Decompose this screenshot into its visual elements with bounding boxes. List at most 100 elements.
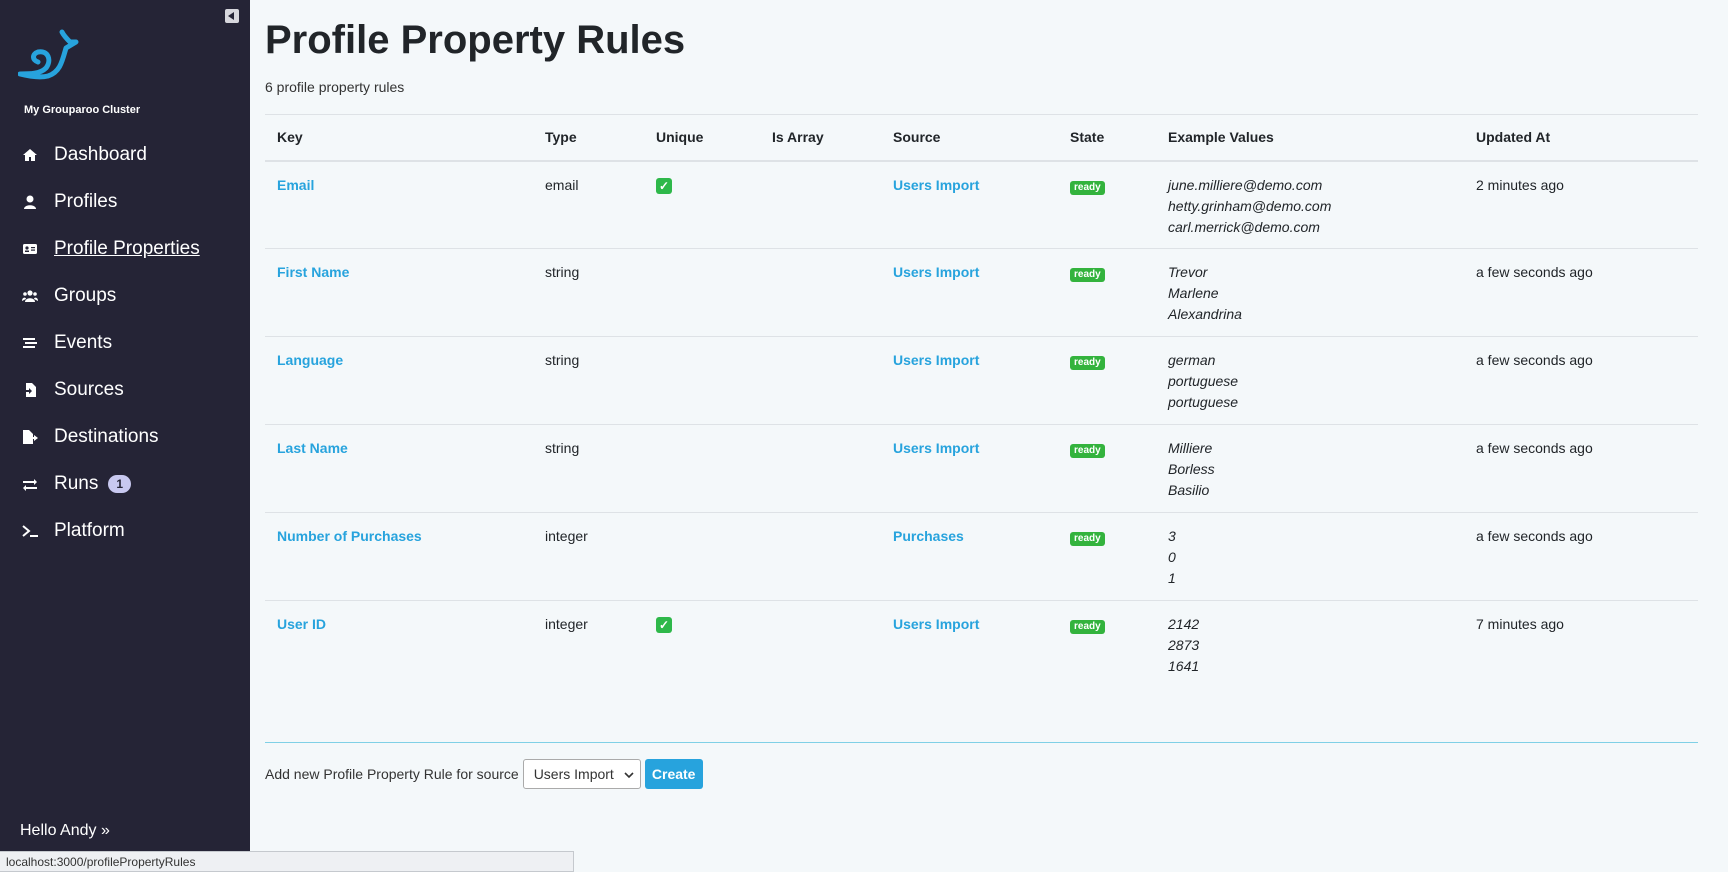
example-value: portuguese — [1168, 394, 1239, 410]
rule-source-link[interactable]: Purchases — [893, 528, 964, 544]
sidebar-item-dashboard[interactable]: Dashboard — [0, 131, 250, 178]
rule-type: email — [533, 160, 644, 249]
table-row: Last Name string Users Import ready Mill… — [265, 424, 1698, 513]
users-icon — [22, 288, 38, 304]
file-import-icon — [22, 382, 38, 398]
rule-type: string — [533, 424, 644, 513]
file-export-icon — [22, 429, 38, 445]
table-row: Language string Users Import ready germa… — [265, 336, 1698, 425]
rule-source-link[interactable]: Users Import — [893, 440, 979, 456]
sidebar-item-label: Profile Properties — [54, 237, 200, 259]
sidebar-item-profile-properties[interactable]: Profile Properties — [0, 225, 250, 272]
example-value: Milliere — [1168, 440, 1213, 456]
example-value: 2142 — [1168, 616, 1200, 632]
column-header-key: Key — [265, 114, 533, 162]
example-value: Alexandrina — [1168, 306, 1242, 322]
example-value: Marlene — [1168, 285, 1219, 301]
state-badge: ready — [1070, 620, 1105, 634]
rule-type: integer — [545, 616, 588, 632]
add-rule-label: Add new Profile Property Rule for source — [265, 766, 519, 782]
collapse-sidebar-button[interactable] — [225, 9, 239, 23]
sidebar-item-runs[interactable]: Runs 1 — [0, 460, 250, 507]
state-badge: ready — [1070, 444, 1105, 458]
sidebar-item-label: Profiles — [54, 190, 118, 212]
rule-key-link[interactable]: Number of Purchases — [277, 528, 422, 544]
rule-key-link[interactable]: Email — [277, 177, 314, 193]
check-icon: ✓ — [656, 617, 672, 633]
rule-key-link[interactable]: Last Name — [277, 440, 348, 456]
sidebar-item-label: Dashboard — [54, 143, 147, 165]
chevron-down-icon — [624, 766, 634, 782]
rule-is-array — [760, 248, 881, 337]
exchange-icon — [22, 476, 38, 492]
rules-table: Key Type Unique Is Array Source State Ex… — [265, 114, 1698, 689]
cluster-name: My Grouparoo Cluster — [24, 104, 141, 116]
rule-key-link[interactable]: User ID — [277, 616, 326, 632]
rule-updated-at: a few seconds ago — [1464, 248, 1698, 337]
column-header-source: Source — [881, 114, 1058, 162]
sidebar-item-label: Platform — [54, 519, 125, 541]
rule-updated-at: a few seconds ago — [1464, 424, 1698, 513]
example-value: Basilio — [1168, 482, 1210, 498]
example-values: german portuguese portuguese — [1156, 336, 1464, 425]
create-button[interactable]: Create — [644, 759, 703, 789]
home-icon — [22, 147, 38, 163]
page-title: Profile Property Rules — [265, 18, 686, 62]
rule-source-link[interactable]: Users Import — [893, 616, 979, 632]
example-value: portuguese — [1168, 373, 1239, 389]
sidebar: My Grouparoo Cluster Dashboard Profiles … — [0, 0, 250, 872]
browser-status-url: localhost:3000/profilePropertyRules — [0, 851, 574, 872]
example-values: Trevor Marlene Alexandrina — [1156, 248, 1464, 337]
sidebar-item-profiles[interactable]: Profiles — [0, 178, 250, 225]
column-header-state: State — [1058, 114, 1156, 162]
example-value: german — [1168, 352, 1216, 368]
rule-key-link[interactable]: First Name — [277, 264, 349, 280]
grouparoo-logo[interactable] — [18, 28, 86, 84]
sidebar-item-destinations[interactable]: Destinations — [0, 413, 250, 460]
rule-updated-at: a few seconds ago — [1464, 512, 1698, 601]
sidebar-item-groups[interactable]: Groups — [0, 272, 250, 319]
example-values: Milliere Borless Basilio — [1156, 424, 1464, 513]
user-menu-link[interactable]: Hello Andy » — [20, 822, 110, 840]
sidebar-nav: Dashboard Profiles Profile Properties Gr… — [0, 131, 250, 554]
rule-updated-at: 7 minutes ago — [1476, 616, 1564, 632]
example-value: 2873 — [1168, 637, 1200, 653]
sidebar-item-label: Events — [54, 331, 113, 353]
rule-unique — [644, 248, 760, 337]
sidebar-item-sources[interactable]: Sources — [0, 366, 250, 413]
state-badge: ready — [1070, 180, 1105, 195]
rule-type: string — [533, 336, 644, 425]
rule-unique — [644, 424, 760, 513]
table-row: User ID integer ✓ Users Import ready 214… — [265, 601, 1698, 689]
user-icon — [22, 194, 38, 210]
rule-is-array — [760, 336, 881, 425]
sidebar-item-label: Runs — [54, 472, 99, 494]
example-value: Trevor — [1168, 264, 1208, 280]
runs-count-badge: 1 — [108, 474, 132, 493]
example-value: 1641 — [1168, 658, 1200, 674]
add-rule-form: Add new Profile Property Rule for source… — [265, 759, 703, 789]
table-row: First Name string Users Import ready Tre… — [265, 248, 1698, 337]
example-value: 0 — [1168, 549, 1176, 565]
rule-source-link[interactable]: Users Import — [893, 177, 979, 193]
rule-is-array — [760, 424, 881, 513]
id-card-icon — [22, 241, 38, 257]
sidebar-item-label: Groups — [54, 284, 117, 306]
column-header-example-values: Example Values — [1156, 114, 1464, 162]
sidebar-item-label: Sources — [54, 378, 124, 400]
example-value: june.milliere@demo.com — [1168, 176, 1323, 193]
source-select[interactable]: Users Import — [522, 759, 641, 789]
state-badge: ready — [1070, 356, 1105, 370]
rule-key-link[interactable]: Language — [277, 352, 343, 368]
source-select-value: Users Import — [533, 766, 614, 782]
example-value: Borless — [1168, 461, 1215, 477]
rule-source-link[interactable]: Users Import — [893, 352, 979, 368]
sidebar-item-platform[interactable]: Platform — [0, 507, 250, 554]
rule-is-array — [760, 601, 881, 689]
sidebar-item-events[interactable]: Events — [0, 319, 250, 366]
rule-source-link[interactable]: Users Import — [893, 264, 979, 280]
terminal-icon — [22, 523, 38, 539]
rule-count: 6 profile property rules — [265, 79, 405, 95]
column-header-updated-at: Updated At — [1464, 114, 1698, 162]
example-values: june.milliere@demo.com hetty.grinham@dem… — [1156, 160, 1464, 249]
